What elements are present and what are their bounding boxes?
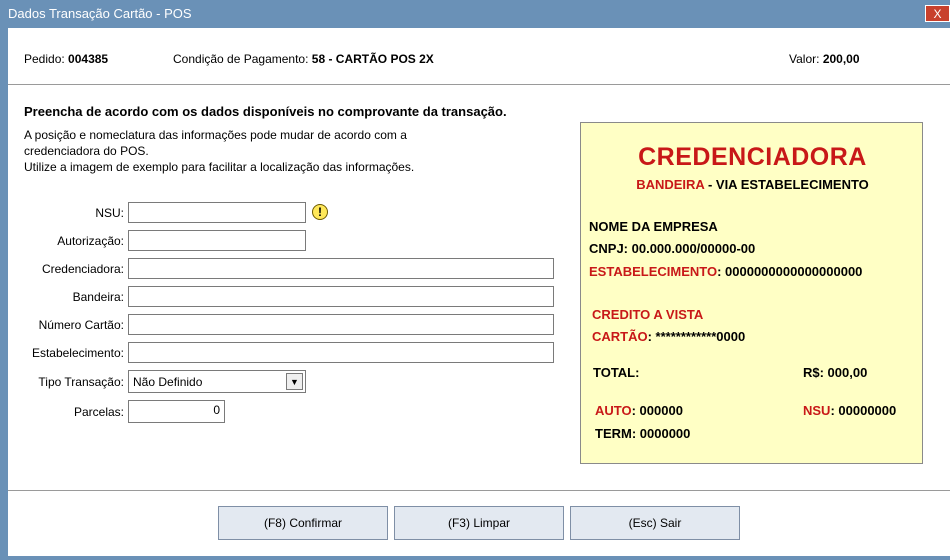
numero-cartao-label: Número Cartão:	[38, 318, 124, 332]
receipt-via: - VIA ESTABELECIMENTO	[704, 177, 869, 192]
receipt-subtitle: BANDEIRA - VIA ESTABELECIMENTO	[581, 177, 924, 192]
valor-label: Valor:	[789, 52, 820, 66]
receipt-bandeira: BANDEIRA	[636, 177, 705, 192]
instructions-heading: Preencha de acordo com os dados disponív…	[24, 104, 507, 119]
receipt-total-value: R$: 000,00	[803, 365, 868, 380]
warning-icon: !	[312, 204, 328, 220]
condicao-info: Condição de Pagamento: 58 - CARTÃO POS 2…	[173, 52, 434, 66]
receipt-nsu: NSU: 00000000	[803, 403, 896, 418]
autorizacao-input[interactable]	[128, 230, 306, 251]
receipt-credito: CREDITO A VISTA	[592, 307, 704, 322]
receipt-cartao-label: CARTÃO	[592, 329, 648, 344]
parcelas-input[interactable]: 0	[128, 400, 225, 423]
instructions-line1: A posição e nomeclatura das informações …	[24, 128, 407, 142]
divider-top	[8, 84, 950, 85]
window-title: Dados Transação Cartão - POS	[8, 6, 192, 21]
receipt-auto: AUTO: 000000	[595, 403, 683, 418]
numero-cartao-input[interactable]	[128, 314, 554, 335]
valor-info: Valor: 200,00	[789, 52, 860, 66]
title-bar[interactable]: Dados Transação Cartão - POS X	[4, 0, 950, 28]
parcelas-label: Parcelas:	[73, 405, 124, 419]
receipt-nsu-value: : 00000000	[830, 403, 897, 418]
valor-value: 200,00	[822, 52, 860, 66]
nsu-label: NSU:	[95, 206, 124, 220]
instructions-line3: Utilize a imagem de exemplo para facilit…	[24, 160, 415, 174]
limpar-button[interactable]: (F3) Limpar	[394, 506, 564, 540]
receipt-empresa: NOME DA EMPRESA	[589, 219, 718, 234]
autorizacao-label: Autorização:	[57, 234, 124, 248]
receipt-title: CREDENCIADORA	[638, 143, 867, 171]
bandeira-label: Bandeira:	[72, 290, 124, 304]
receipt-auto-value: : 000000	[631, 403, 683, 418]
estabelecimento-label: Estabelecimento:	[31, 346, 124, 360]
pedido-info: Pedido: 004385	[24, 52, 108, 66]
condicao-label: Condição de Pagamento:	[173, 52, 309, 66]
receipt-cartao-value: : ************0000	[647, 329, 746, 344]
receipt-auto-label: AUTO	[595, 403, 632, 418]
chevron-down-icon[interactable]: ▼	[286, 373, 303, 390]
receipt-cartao: CARTÃO: ************0000	[592, 329, 745, 344]
estabelecimento-input[interactable]	[128, 342, 554, 363]
receipt-estabelecimento: ESTABELECIMENTO: 0000000000000000000	[589, 264, 862, 279]
dialog-body: Pedido: 004385 Condição de Pagamento: 58…	[8, 28, 950, 556]
receipt-total-label: TOTAL:	[593, 365, 640, 380]
instructions-line2: credenciadora do POS.	[24, 144, 149, 158]
receipt-nsu-label: NSU	[803, 403, 831, 418]
receipt-estab-label: ESTABELECIMENTO	[589, 264, 718, 279]
sair-button[interactable]: (Esc) Sair	[570, 506, 740, 540]
dialog-window: Dados Transação Cartão - POS X Pedido: 0…	[0, 0, 950, 560]
bandeira-input[interactable]	[128, 286, 554, 307]
pedido-value: 004385	[68, 52, 109, 66]
receipt-term: TERM: 0000000	[595, 426, 691, 441]
condicao-value: 58 - CARTÃO POS 2X	[311, 52, 434, 66]
credenciadora-input[interactable]	[128, 258, 554, 279]
tipo-transacao-value: Não Definido	[133, 375, 203, 389]
receipt-example: CREDENCIADORA BANDEIRA - VIA ESTABELECIM…	[580, 122, 923, 464]
confirmar-button[interactable]: (F8) Confirmar	[218, 506, 388, 540]
close-button[interactable]: X	[925, 5, 950, 22]
divider-bottom	[8, 490, 950, 491]
credenciadora-label: Credenciadora:	[41, 262, 124, 276]
tipo-transacao-label: Tipo Transação:	[38, 375, 124, 389]
nsu-input[interactable]	[128, 202, 306, 223]
receipt-estab-value: : 0000000000000000000	[717, 264, 863, 279]
tipo-transacao-select[interactable]: Não Definido ▼	[128, 370, 306, 393]
receipt-cnpj: CNPJ: 00.000.000/00000-00	[589, 241, 756, 256]
pedido-label: Pedido:	[24, 52, 65, 66]
